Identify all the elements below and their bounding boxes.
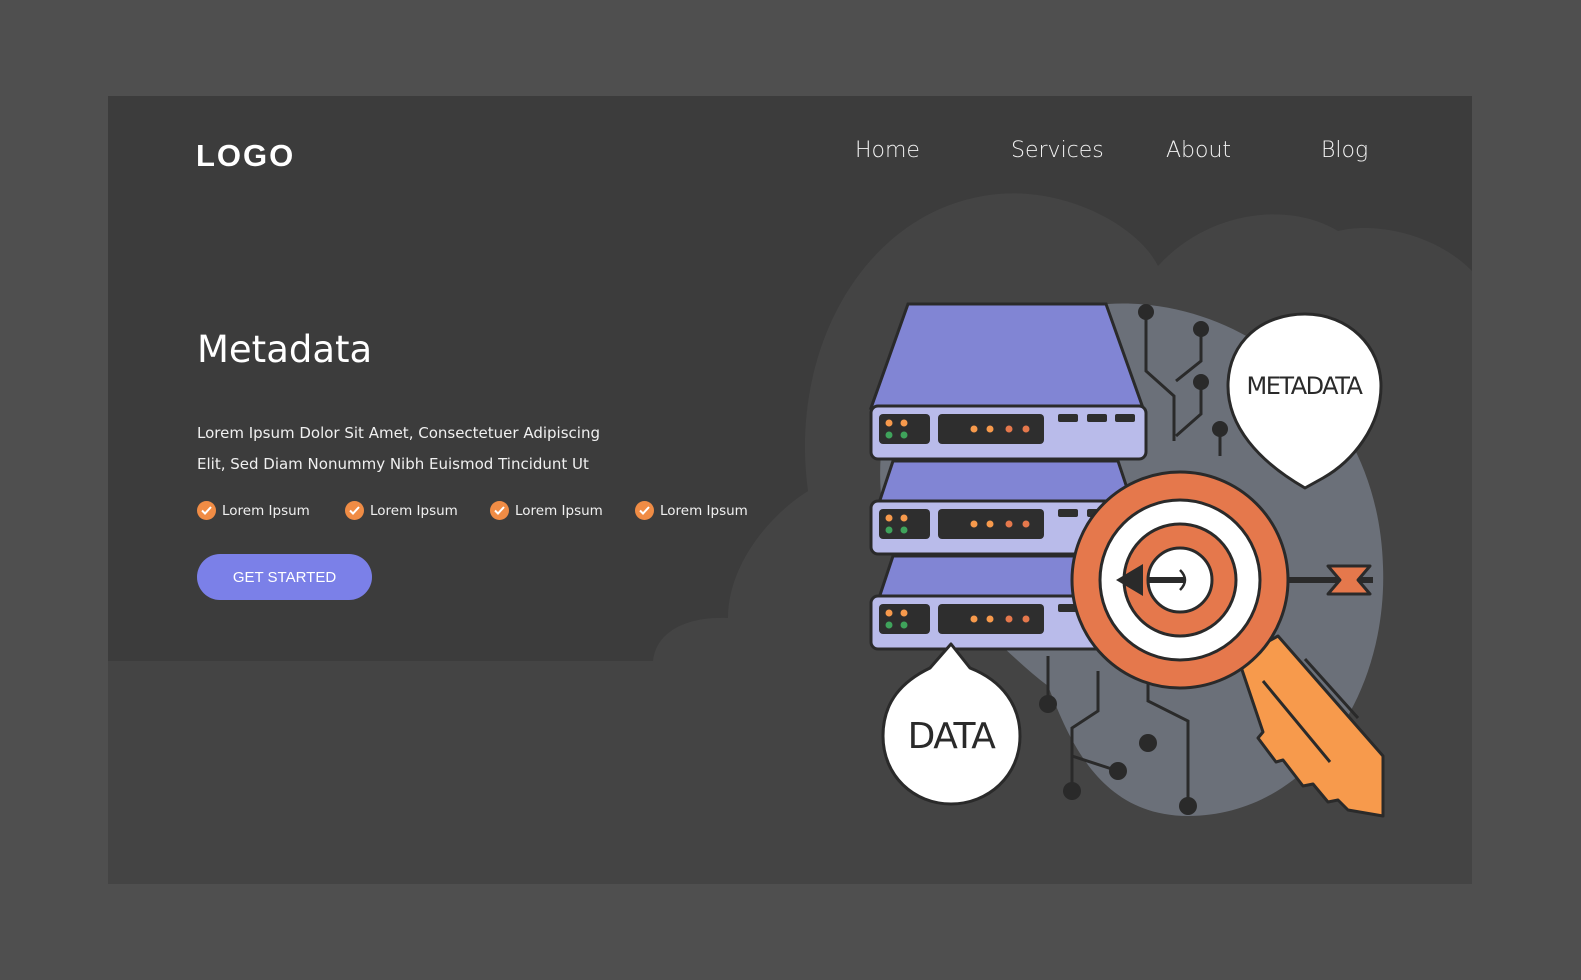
data-bubble: DATA [881, 642, 1022, 806]
landing-card: LOGO Home Services About Blog Metadata L… [108, 96, 1472, 884]
data-bubble-text: DATA [908, 716, 997, 757]
metadata-bubble-text: METADATA [1247, 372, 1364, 400]
metadata-illustration: METADATA DATA [868, 302, 1385, 818]
